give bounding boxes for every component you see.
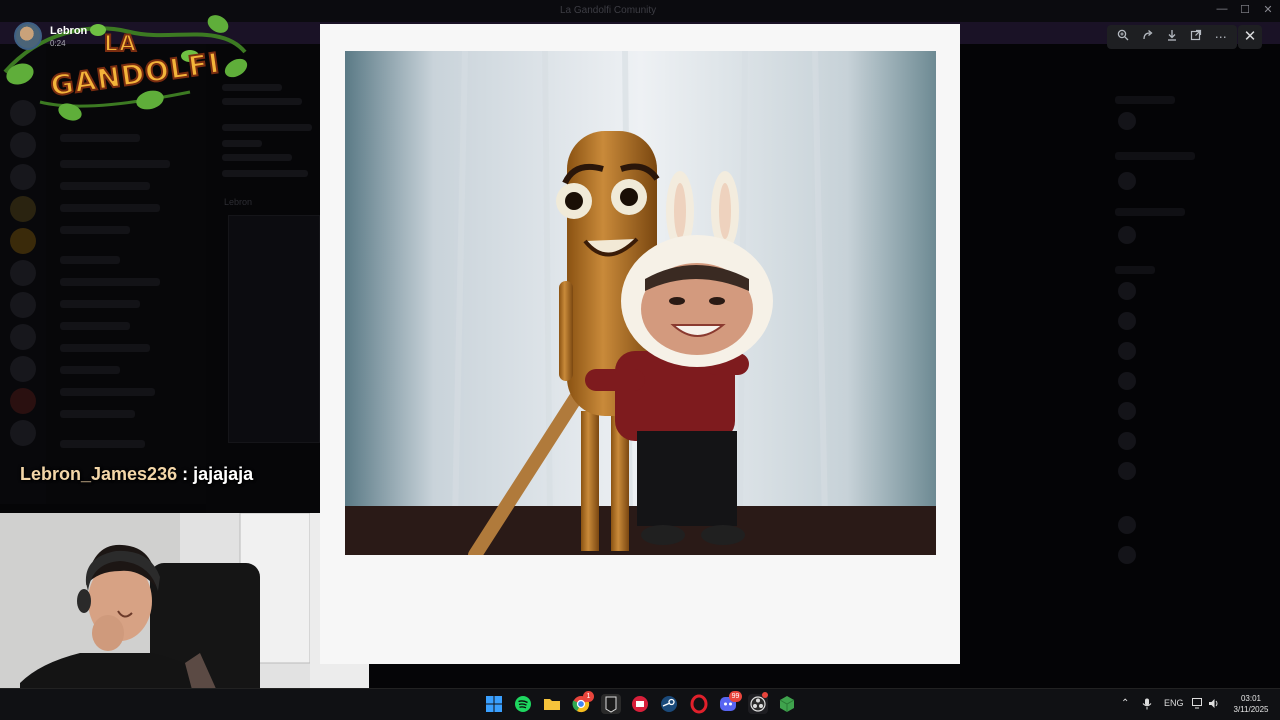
close-icon[interactable]: ✕ (1238, 25, 1262, 49)
viewer-image[interactable] (345, 51, 936, 555)
channel-item[interactable] (60, 134, 140, 142)
stream-chat-message: Lebron_James236 : jajajaja (20, 464, 253, 485)
download-icon[interactable] (1163, 28, 1181, 46)
window-title: La Gandolfi Comunity (560, 5, 657, 16)
network-icon[interactable] (1192, 698, 1204, 711)
server-icon[interactable] (10, 260, 36, 286)
recording-indicator (762, 692, 768, 698)
channel-item[interactable] (60, 204, 160, 212)
channel-item[interactable] (60, 366, 120, 374)
server-icon[interactable] (10, 164, 36, 190)
chat-line (222, 170, 308, 177)
member-avatar[interactable] (1118, 432, 1136, 450)
open-external-icon[interactable] (1187, 28, 1205, 46)
spotify-icon[interactable] (513, 694, 533, 714)
system-clock[interactable]: 03:01 3/11/2025 (1224, 693, 1278, 715)
image-viewer-toolbar: ⋯ (1107, 25, 1237, 49)
channel-item[interactable] (60, 410, 135, 418)
member-avatar[interactable] (1118, 342, 1136, 360)
member-avatar[interactable] (1118, 312, 1136, 330)
channel-item[interactable] (60, 300, 140, 308)
speaker-name: Lebron (50, 24, 88, 37)
member-avatar[interactable] (1118, 516, 1136, 534)
member-item[interactable] (1115, 208, 1185, 216)
server-icon[interactable] (10, 228, 36, 254)
discord-icon[interactable]: 99 (718, 691, 742, 714)
chrome-icon[interactable]: 1 (571, 691, 594, 714)
member-avatar[interactable] (1118, 402, 1136, 420)
obs-icon[interactable] (748, 692, 768, 714)
chat-message-text: jajajaja (193, 464, 254, 484)
logo-line-1: LA (103, 31, 138, 58)
speaker-avatar (14, 22, 42, 50)
member-avatar[interactable] (1118, 546, 1136, 564)
speaker-duration: 0:24 (50, 38, 66, 48)
chat-line (222, 154, 292, 161)
channel-item[interactable] (60, 344, 150, 352)
microphone-icon[interactable] (1142, 698, 1152, 712)
voice-speaker: Lebron 0:24 (14, 22, 87, 50)
volume-icon[interactable] (1208, 698, 1220, 711)
opera-icon[interactable] (689, 694, 709, 714)
chat-message-user: Lebron_James236 (20, 464, 178, 484)
channel-item[interactable] (60, 388, 155, 396)
channel-item[interactable] (60, 160, 170, 168)
window-close-icon[interactable]: ✕ (1256, 3, 1280, 16)
server-icon[interactable] (10, 132, 36, 158)
clock-date: 3/11/2025 (1233, 705, 1269, 714)
channel-item[interactable] (60, 182, 150, 190)
clock-time: 03:01 (1240, 694, 1262, 703)
green-app-icon[interactable] (777, 694, 797, 714)
steam-icon[interactable] (659, 694, 679, 714)
server-icon[interactable] (10, 324, 36, 350)
server-icon[interactable] (10, 292, 36, 318)
tray-chevron-icon[interactable]: ⌃ (1121, 698, 1129, 709)
chat-username: Lebron (224, 197, 253, 207)
member-avatar[interactable] (1118, 372, 1136, 390)
channel-item[interactable] (60, 256, 120, 264)
member-item[interactable] (1115, 152, 1195, 160)
member-avatar[interactable] (1118, 172, 1136, 190)
minimize-icon[interactable]: — (1210, 3, 1234, 15)
epic-games-icon[interactable] (601, 694, 621, 714)
channel-item[interactable] (60, 322, 130, 330)
channel-item[interactable] (60, 278, 160, 286)
more-icon[interactable]: ⋯ (1212, 28, 1230, 46)
windows-start-icon[interactable] (484, 694, 504, 714)
photo-content (345, 51, 936, 555)
member-list (960, 44, 1280, 688)
member-avatar[interactable] (1118, 462, 1136, 480)
channel-item[interactable] (60, 226, 130, 234)
server-icon[interactable] (10, 356, 36, 382)
chat-message-separator: : (177, 464, 194, 484)
member-item[interactable] (1115, 266, 1155, 274)
server-icon[interactable] (10, 196, 36, 222)
member-item[interactable] (1115, 96, 1175, 104)
chat-line (222, 140, 262, 147)
channel-item[interactable] (60, 440, 145, 448)
maximize-icon[interactable]: ☐ (1233, 3, 1257, 16)
forward-icon[interactable] (1139, 28, 1157, 46)
member-avatar[interactable] (1118, 226, 1136, 244)
chat-line (222, 124, 312, 131)
chrome-badge: 1 (583, 691, 594, 702)
file-explorer-icon[interactable] (542, 694, 562, 714)
member-avatar[interactable] (1118, 112, 1136, 130)
member-avatar[interactable] (1118, 282, 1136, 300)
language-indicator[interactable]: ENG (1164, 698, 1184, 708)
discord-badge: 99 (729, 691, 742, 702)
server-icon[interactable] (10, 420, 36, 446)
red-app-icon[interactable] (630, 694, 650, 714)
chat-attachment (228, 215, 320, 443)
server-icon[interactable] (10, 388, 36, 414)
zoom-in-icon[interactable] (1114, 28, 1132, 46)
